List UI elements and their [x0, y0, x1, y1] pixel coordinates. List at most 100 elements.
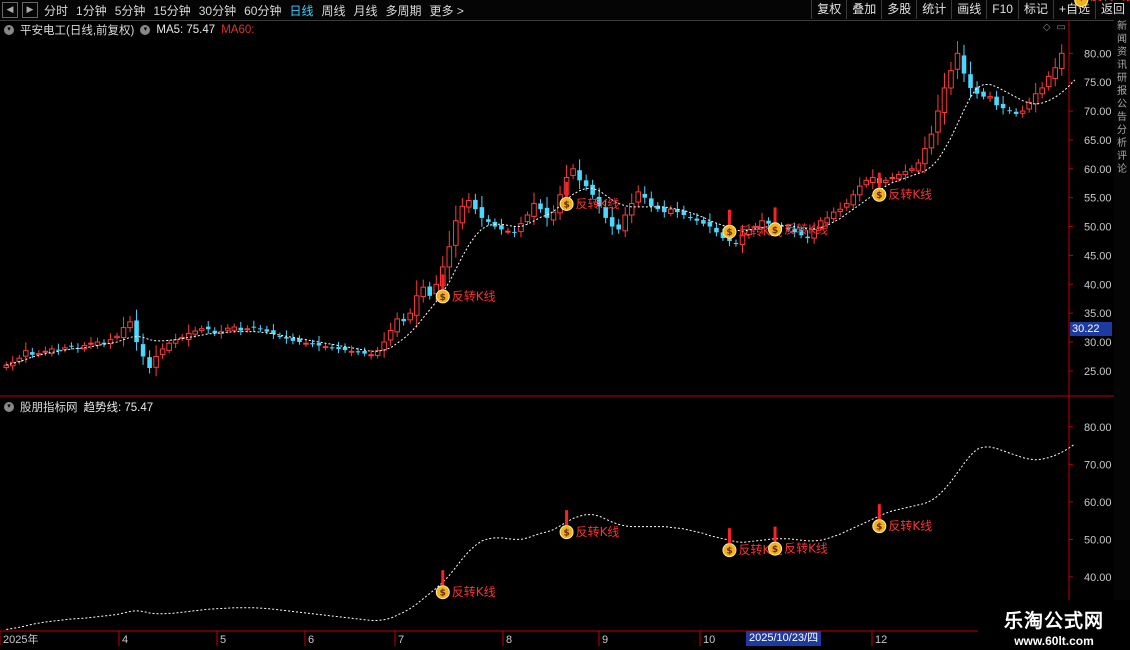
period-tab-7[interactable]: 周线	[317, 2, 349, 19]
candle-body	[883, 179, 889, 184]
y-tick-label: 30.00	[1084, 337, 1112, 349]
candle-body	[134, 320, 139, 343]
candle-body	[1000, 103, 1006, 109]
candle-body	[805, 236, 810, 239]
candle-body	[166, 342, 172, 351]
candle-body	[1045, 75, 1052, 88]
back-arrow-icon[interactable]: ◀	[2, 2, 18, 18]
dollar-glyph: $	[440, 589, 446, 599]
current-price-tag: 30.22	[1070, 322, 1112, 336]
chart-canvas[interactable]: 80.00 75.00 70.00 65.00 60.00 55.00 50.00 45.00…	[0, 0, 1130, 650]
y-tick-label: 75.00	[1084, 77, 1112, 89]
dollar-glyph: $	[726, 228, 732, 238]
candle-body	[271, 330, 276, 334]
candle-body	[759, 220, 765, 229]
candle-body	[310, 343, 315, 345]
candle-body	[284, 336, 289, 339]
period-tab-4[interactable]: 30分钟	[195, 2, 240, 19]
candle-body	[837, 208, 844, 212]
period-tab-9[interactable]: 多周期	[382, 2, 426, 19]
candle-body	[662, 207, 667, 213]
toolbar-button-7[interactable]: +自选	[1052, 0, 1095, 19]
toolbar-button-2[interactable]: 多股	[881, 0, 916, 19]
dollar-glyph: $	[772, 545, 778, 555]
period-tab-10[interactable]: 更多 >	[426, 2, 468, 19]
diamond-icon[interactable]: ◇	[1043, 22, 1051, 33]
candle-body	[1019, 110, 1026, 114]
money-bag-icon	[559, 196, 574, 211]
candle-body	[453, 220, 459, 246]
candle-body	[348, 350, 355, 353]
dollar-glyph: $	[876, 523, 882, 533]
candle-body	[420, 286, 427, 298]
candle-body	[811, 228, 817, 239]
period-tab-0[interactable]: 分时	[40, 2, 72, 19]
toolbar-button-4[interactable]: 画线	[951, 0, 986, 19]
candle-body	[198, 328, 205, 331]
candle-body	[863, 179, 870, 186]
period-tab-6[interactable]: 日线	[285, 2, 317, 19]
candle-body	[1007, 110, 1012, 112]
toolbar-button-8[interactable]: 返回	[1094, 0, 1130, 19]
x-tick-label: 5	[220, 634, 226, 646]
side-info-strip[interactable]: 新闻资讯研报公告分析评论	[1114, 20, 1130, 600]
candle-body	[746, 228, 752, 236]
candle-body	[205, 326, 211, 330]
candle-body	[518, 223, 524, 233]
money-bag-icon	[435, 289, 450, 304]
candle-body	[36, 353, 42, 356]
collapse-icon[interactable]: ▾	[4, 402, 14, 412]
period-tab-2[interactable]: 5分钟	[111, 2, 150, 19]
candle-body	[23, 350, 29, 357]
candle-body	[792, 228, 797, 233]
candle-body	[544, 207, 550, 218]
money-bag-icon	[559, 525, 574, 540]
forward-arrow-icon[interactable]: ▶	[22, 2, 38, 18]
y-tick-label: 55.00	[1084, 193, 1112, 205]
candle-body	[922, 148, 928, 165]
candle-body	[766, 220, 771, 224]
ma5-line	[6, 79, 1076, 366]
period-tab-5[interactable]: 60分钟	[240, 2, 285, 19]
candle-body	[251, 326, 257, 328]
candle-body	[224, 327, 231, 331]
candle-body	[492, 221, 498, 227]
candle-body	[817, 220, 824, 229]
window-icon[interactable]: ▭	[1057, 22, 1066, 33]
candle-body	[336, 347, 341, 349]
candle-body	[961, 55, 967, 74]
signal-label: 反转K线	[452, 584, 496, 599]
side-strip-char: 资	[1117, 47, 1127, 58]
toolbar-buttons: 复权 叠加 多股 统计 画线 F10 标记 +自选 返回	[811, 0, 1130, 20]
candle-body	[609, 217, 615, 227]
toolbar-button-5[interactable]: F10	[986, 0, 1018, 19]
toolbar-button-3[interactable]: 统计	[916, 0, 951, 19]
candle-body	[779, 225, 784, 227]
candle-body	[62, 347, 68, 350]
candle-body	[1058, 52, 1065, 69]
toolbar-button-1[interactable]: 叠加	[846, 0, 881, 19]
toolbar-button-0[interactable]: 复权	[811, 0, 846, 19]
indicator-menu-icon[interactable]: ▾	[140, 25, 151, 35]
candle-body	[987, 96, 993, 99]
trend-line-readout: 趋势线: 75.47	[83, 402, 154, 414]
period-tab-8[interactable]: 月线	[350, 2, 382, 19]
indicator-title[interactable]: 股朋指标网	[20, 399, 78, 415]
candle-body	[114, 335, 120, 339]
period-tab-3[interactable]: 15分钟	[149, 2, 194, 19]
candle-body	[394, 318, 400, 333]
candle-body	[928, 133, 935, 149]
candle-body	[329, 347, 335, 349]
candle-body	[948, 70, 954, 89]
indicator-y-tick-label: 60.00	[1084, 497, 1112, 509]
candle-body	[739, 234, 746, 246]
period-tab-1[interactable]: 1分钟	[72, 2, 111, 19]
candle-body	[381, 341, 387, 351]
stock-title[interactable]: 平安电工(日线,前复权)	[20, 22, 134, 38]
candle-body	[752, 226, 759, 229]
toolbar-button-6[interactable]: 标记	[1017, 0, 1053, 19]
candle-body	[16, 357, 23, 363]
candle-body	[94, 341, 101, 346]
collapse-icon[interactable]: ▾	[4, 25, 14, 35]
candle-body	[596, 196, 602, 207]
